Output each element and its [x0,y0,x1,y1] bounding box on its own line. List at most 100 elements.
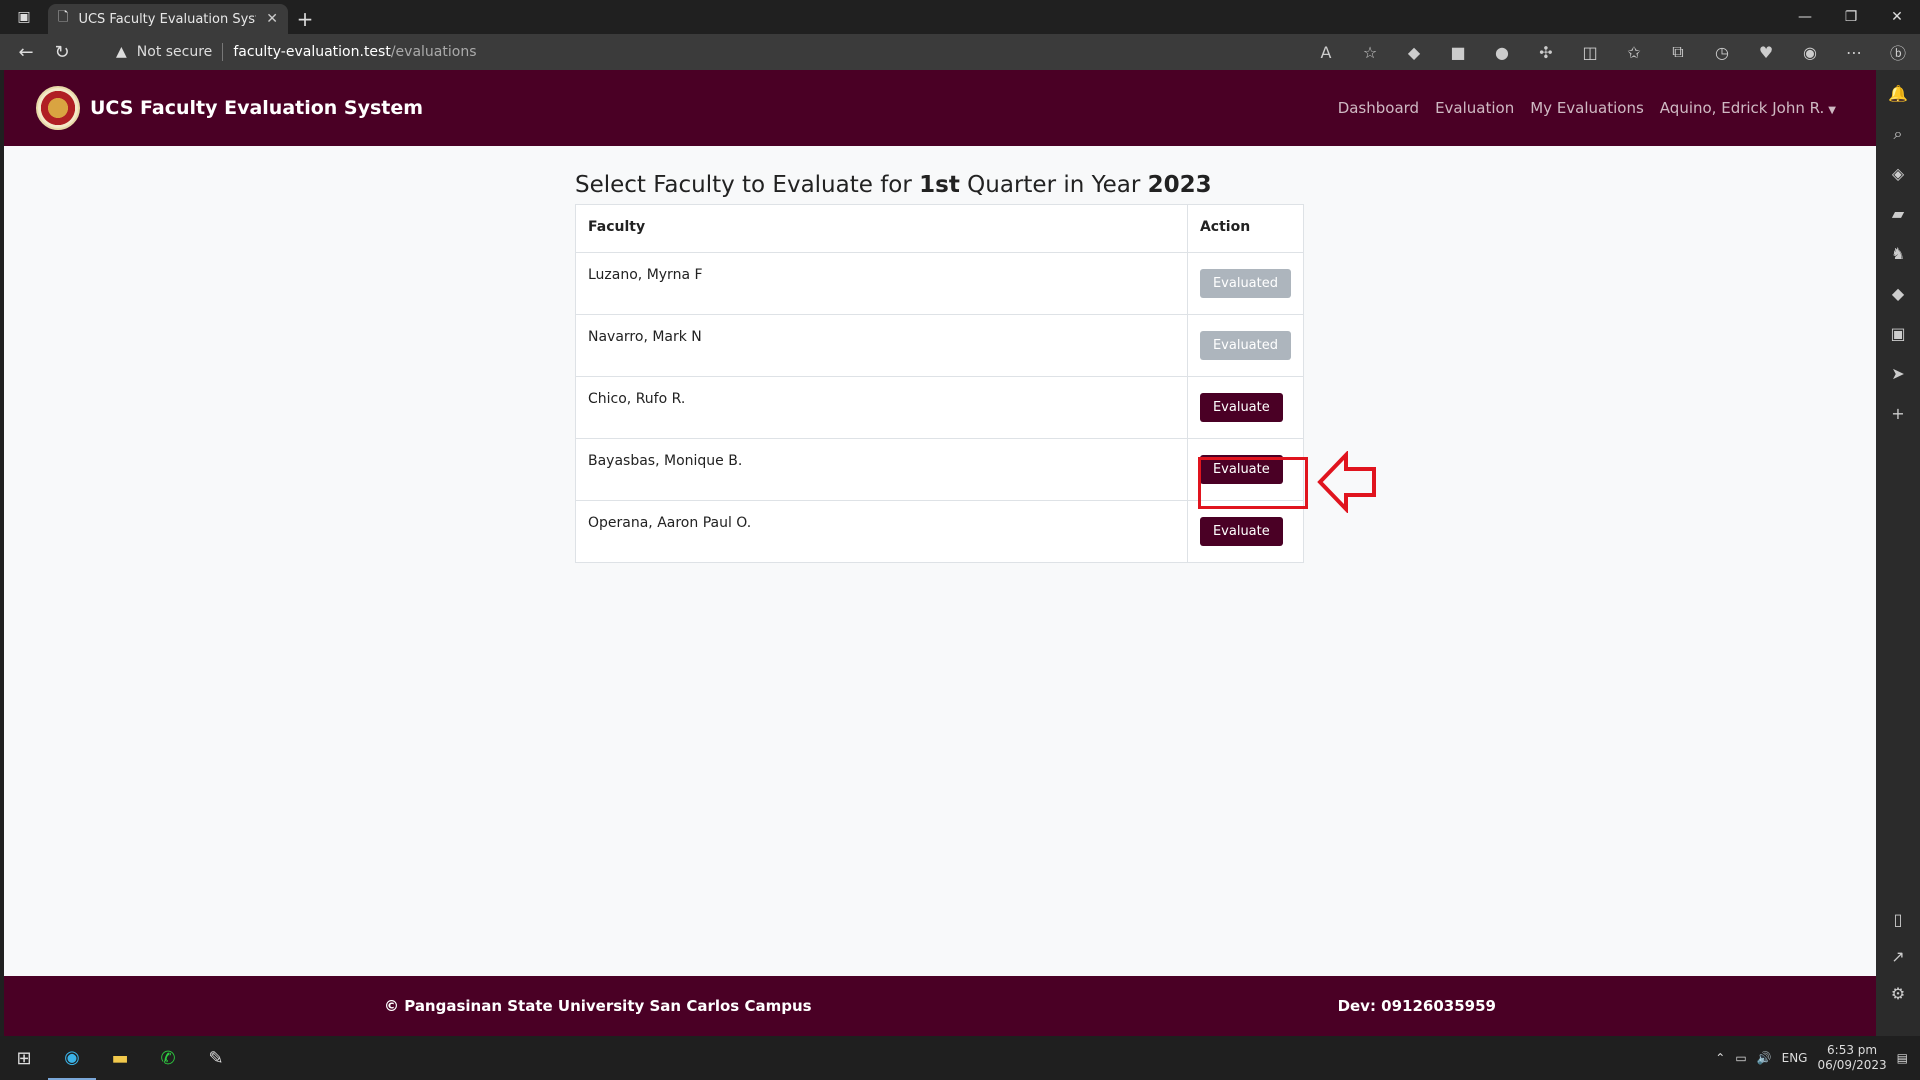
clock[interactable]: 6:53 pm 06/09/2023 [1817,1043,1886,1073]
url-separator [222,43,224,61]
read-aloud-icon[interactable]: A [1304,43,1348,62]
volume-icon[interactable]: 🔊 [1757,1051,1772,1065]
search-icon[interactable]: ⌕ [1894,124,1903,148]
url-host: faculty-evaluation.test [233,44,391,60]
windows-start-icon[interactable]: ⊞ [0,1036,48,1080]
tray-chevron-up-icon[interactable]: ⌃ [1715,1051,1725,1065]
add-icon[interactable]: + [1891,404,1904,428]
action-cell: Evaluated [1186,252,1305,315]
notifications-icon[interactable]: ▤ [1897,1051,1908,1065]
nav-my-evaluations[interactable]: My Evaluations [1530,99,1644,117]
performance-icon[interactable]: ♥ [1744,43,1788,62]
faculty-table: Faculty Action Luzano, Myrna F Evaluated… [575,204,1305,563]
action-cell: Evaluated [1186,314,1305,377]
caret-down-icon: ▼ [1828,105,1836,116]
edge-sidebar-bottom: ▯ ↗ ⚙ [1876,910,1920,1003]
extensions-puzzle-icon[interactable]: ✣ [1524,43,1568,62]
page-title: Select Faculty to Evaluate for 1st Quart… [575,172,1304,198]
close-window-icon[interactable]: ✕ [1874,0,1920,34]
column-header-action: Action [1186,204,1305,253]
warning-icon: ▲ [116,44,127,60]
app-navbar: UCS Faculty Evaluation System Dashboard … [4,70,1876,146]
faculty-name: Bayasbas, Monique B. [575,438,1188,501]
favorite-star-icon[interactable]: ☆ [1348,43,1392,62]
app-footer: © Pangasinan State University San Carlos… [4,976,1876,1036]
games-icon[interactable]: ♞ [1891,244,1905,268]
evaluate-button[interactable]: Evaluate [1199,393,1283,422]
extension-stop-icon[interactable]: ● [1480,43,1524,62]
faculty-name: Chico, Rufo R. [575,376,1188,439]
faculty-name: Navarro, Mark N [575,314,1188,377]
table-header-row: Faculty Action [575,204,1305,253]
evaluated-button[interactable]: Evaluated [1199,331,1291,360]
collections-icon[interactable]: ⧉ [1656,42,1700,62]
split-screen-icon[interactable]: ◫ [1568,43,1612,62]
sidebar-toggle-icon[interactable]: ▯ [1894,910,1903,929]
brand-title[interactable]: UCS Faculty Evaluation System [90,97,423,119]
edge-browser-icon[interactable]: ◉ [48,1036,96,1080]
copilot-icon[interactable]: ◆ [1892,284,1904,308]
toolbar-icons: A ☆ ◆ ■ ● ✣ ◫ ✩ ⧉ ◷ ♥ ◉ ⋯ ⓑ [1304,34,1920,70]
phone-app-icon[interactable]: ✆ [144,1036,192,1080]
page-icon: 🗋 [58,10,69,25]
paint-app-icon[interactable]: ✎ [192,1036,240,1080]
footer-copyright: © Pangasinan State University San Carlos… [384,997,812,1015]
pointer-arrow-icon [1317,451,1376,513]
browser-tabbar: ▣ 🗋 UCS Faculty Evaluation System ✕ + — … [0,0,1920,34]
footer-dev-contact: Dev: 09126035959 [1337,997,1496,1015]
outlook-icon[interactable]: ▣ [1890,324,1905,348]
tab-title: UCS Faculty Evaluation System [78,11,256,27]
tab-actions-icon[interactable]: ▣ [0,0,48,34]
extension-fox-icon[interactable]: ◆ [1392,43,1436,62]
nav-evaluation[interactable]: Evaluation [1435,99,1514,117]
title-mid: Quarter in Year [959,172,1148,198]
security-label: Not secure [136,44,213,60]
extension-shield-icon[interactable]: ■ [1436,43,1480,62]
network-icon[interactable]: ▭ [1735,1051,1746,1065]
bing-copilot-icon[interactable]: ⓑ [1876,40,1920,64]
title-year: 2023 [1147,172,1212,198]
action-cell: Evaluate [1186,376,1305,439]
tools-icon[interactable]: ▰ [1892,204,1904,228]
edge-sidebar: 🔔 ⌕ ◈ ▰ ♞ ◆ ▣ ➤ + [1876,70,1920,1036]
table-row: Operana, Aaron Paul O. Evaluate [575,500,1305,563]
clock-date: 06/09/2023 [1817,1058,1887,1072]
user-dropdown[interactable]: Aquino, Edrick John R. ▼ [1660,99,1836,117]
url-path: /evaluations [390,44,477,60]
shopping-tag-icon[interactable]: ◈ [1892,164,1904,188]
bell-icon[interactable]: 🔔 [1888,84,1908,108]
faculty-name: Operana, Aaron Paul O. [575,500,1188,563]
page-viewport: UCS Faculty Evaluation System Dashboard … [4,70,1876,1036]
evaluated-button[interactable]: Evaluated [1199,269,1291,298]
refresh-icon[interactable]: ↻ [44,34,80,70]
system-tray: ⌃ ▭ 🔊 ENG 6:53 pm 06/09/2023 ▤ [1715,1043,1920,1073]
table-row: Chico, Rufo R. Evaluate [575,376,1305,439]
windows-taskbar: ⊞ ◉ ▬ ✆ ✎ ⌃ ▭ 🔊 ENG 6:53 pm 06/09/2023 ▤ [0,1036,1920,1080]
send-icon[interactable]: ➤ [1891,364,1904,388]
file-explorer-icon[interactable]: ▬ [96,1036,144,1080]
title-prefix: Select Faculty to Evaluate for [575,172,920,198]
university-logo[interactable] [36,86,80,130]
open-external-icon[interactable]: ↗ [1891,947,1904,966]
close-tab-icon[interactable]: ✕ [266,11,278,27]
settings-gear-icon[interactable]: ⚙ [1891,984,1905,1003]
faculty-name: Luzano, Myrna F [575,252,1188,315]
profile-avatar-icon[interactable]: ◉ [1788,43,1832,62]
url-field[interactable]: ▲ Not secure faculty-evaluation.test/eva… [116,43,477,61]
user-name: Aquino, Edrick John R. [1659,99,1825,117]
favorites-icon[interactable]: ✩ [1612,43,1656,62]
nav-dashboard[interactable]: Dashboard [1338,99,1419,117]
evaluate-button[interactable]: Evaluate [1199,517,1283,546]
history-icon[interactable]: ◷ [1700,43,1744,62]
clock-time: 6:53 pm [1827,1043,1878,1057]
more-menu-icon[interactable]: ⋯ [1832,43,1876,62]
restore-icon[interactable]: ❐ [1828,0,1874,34]
title-quarter: 1st [919,172,960,198]
language-indicator[interactable]: ENG [1782,1051,1808,1065]
browser-tab[interactable]: 🗋 UCS Faculty Evaluation System ✕ [48,4,288,34]
new-tab-icon[interactable]: + [288,4,322,34]
minimize-icon[interactable]: — [1782,0,1828,34]
back-icon[interactable]: ← [8,34,44,70]
table-row: Luzano, Myrna F Evaluated [575,252,1305,315]
action-cell: Evaluate [1186,500,1305,563]
